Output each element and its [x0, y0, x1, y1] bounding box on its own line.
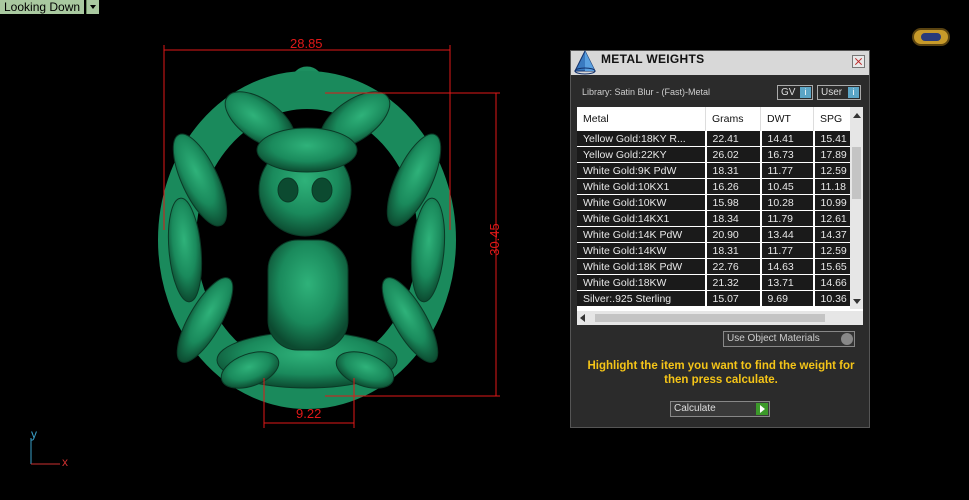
- option-icon[interactable]: [841, 333, 853, 345]
- scroll-thumb[interactable]: [595, 314, 825, 322]
- grams-cell: 18.31: [705, 162, 762, 179]
- metal-cell: White Gold:10KW: [577, 194, 707, 211]
- table-row[interactable]: White Gold:14KW 18.31 11.77 12.59: [577, 242, 862, 259]
- play-icon[interactable]: [756, 403, 768, 415]
- dwt-cell: 11.79: [760, 210, 815, 227]
- dwt-cell: 13.71: [760, 274, 815, 291]
- table-row[interactable]: White Gold:18K PdW 22.76 14.63 15.65: [577, 258, 862, 275]
- gv-toggle-label: GV: [781, 87, 796, 98]
- app-logo-icon: [912, 28, 950, 46]
- dwt-cell: 10.28: [760, 194, 815, 211]
- metal-weights-panel: METAL WEIGHTS Library: Satin Blur - (Fas…: [570, 49, 870, 428]
- table-row[interactable]: Yellow Gold:22KY 26.02 16.73 17.89: [577, 146, 862, 163]
- dimension-base: 9.22: [296, 406, 322, 421]
- grams-cell: 22.76: [705, 258, 762, 275]
- grams-cell: 15.07: [705, 290, 762, 307]
- metal-cell: White Gold:18KW: [577, 274, 707, 291]
- dimension-height: 30.45: [486, 223, 502, 256]
- metal-cell: White Gold:14K PdW: [577, 226, 707, 243]
- metal-cell: Yellow Gold:22KY: [577, 146, 707, 163]
- dwt-cell: 13.44: [760, 226, 815, 243]
- metal-cell: White Gold:14KX1: [577, 210, 707, 227]
- table-row[interactable]: White Gold:9K PdW 18.31 11.77 12.59: [577, 162, 862, 179]
- info-icon: i: [800, 87, 811, 98]
- scroll-up-icon[interactable]: [853, 113, 861, 118]
- table-header-row: Metal Grams DWT SPG: [577, 107, 861, 131]
- scroll-thumb[interactable]: [852, 147, 861, 199]
- axis-y-label: y: [31, 427, 37, 441]
- material-field-label: Use Object Materials: [727, 333, 820, 344]
- metal-cell: White Gold:9K PdW: [577, 162, 707, 179]
- table-row[interactable]: White Gold:10KW 15.98 10.28 10.99: [577, 194, 862, 211]
- pyramid-icon: [574, 49, 596, 75]
- dwt-cell: 14.41: [760, 131, 815, 147]
- grams-cell: 20.90: [705, 226, 762, 243]
- scroll-left-icon[interactable]: [580, 314, 585, 322]
- user-toggle-label: User: [821, 87, 843, 98]
- gv-toggle[interactable]: GV i: [777, 85, 813, 100]
- use-object-materials-field[interactable]: Use Object Materials: [723, 331, 855, 347]
- dwt-cell: 10.45: [760, 178, 815, 195]
- column-header-grams[interactable]: Grams: [705, 107, 761, 131]
- scroll-down-icon[interactable]: [853, 299, 861, 304]
- grams-cell: 21.32: [705, 274, 762, 291]
- metal-weights-table: Metal Grams DWT SPG Yellow Gold:18KY R..…: [577, 107, 863, 325]
- column-header-metal[interactable]: Metal: [577, 107, 706, 131]
- axis-triad: [30, 438, 60, 465]
- column-header-dwt[interactable]: DWT: [760, 107, 814, 131]
- close-icon[interactable]: [852, 55, 865, 68]
- table-row[interactable]: Silver:.925 Sterling 15.07 9.69 10.36: [577, 290, 862, 307]
- dwt-cell: 16.73: [760, 146, 815, 163]
- panel-titlebar[interactable]: METAL WEIGHTS: [571, 49, 869, 75]
- dwt-cell: 11.77: [760, 242, 815, 259]
- table-row[interactable]: White Gold:14K PdW 20.90 13.44 14.37: [577, 226, 862, 243]
- grams-cell: 26.02: [705, 146, 762, 163]
- grams-cell: 22.41: [705, 131, 762, 147]
- calculate-button[interactable]: Calculate: [670, 401, 770, 417]
- metal-cell: White Gold:14KW: [577, 242, 707, 259]
- dwt-cell: 11.77: [760, 162, 815, 179]
- metal-cell: White Gold:10KX1: [577, 178, 707, 195]
- instruction-text: Highlight the item you want to find the …: [587, 360, 855, 386]
- dwt-cell: 9.69: [760, 290, 815, 307]
- table-row[interactable]: Yellow Gold:18KY R... 22.41 14.41 15.41: [577, 131, 862, 147]
- grams-cell: 15.98: [705, 194, 762, 211]
- dwt-cell: 14.63: [760, 258, 815, 275]
- table-row[interactable]: White Gold:18KW 21.32 13.71 14.66: [577, 274, 862, 291]
- axis-x-label: x: [62, 455, 68, 469]
- table-row[interactable]: White Gold:10KX1 16.26 10.45 11.18: [577, 178, 862, 195]
- user-toggle[interactable]: User i: [817, 85, 861, 100]
- table-row[interactable]: White Gold:14KX1 18.34 11.79 12.61: [577, 210, 862, 227]
- grams-cell: 18.31: [705, 242, 762, 259]
- horizontal-scrollbar[interactable]: [577, 311, 863, 325]
- metal-cell: Silver:.925 Sterling: [577, 290, 707, 307]
- metal-cell: White Gold:18K PdW: [577, 258, 707, 275]
- grams-cell: 18.34: [705, 210, 762, 227]
- pendant-model: [158, 66, 456, 409]
- dimension-width: 28.85: [290, 36, 323, 51]
- info-icon: i: [848, 87, 859, 98]
- panel-title: METAL WEIGHTS: [601, 52, 705, 66]
- grams-cell: 16.26: [705, 178, 762, 195]
- library-label: Library: Satin Blur - (Fast)-Metal: [582, 87, 711, 97]
- metal-cell: Yellow Gold:18KY R...: [577, 131, 707, 147]
- calculate-label: Calculate: [674, 403, 716, 414]
- vertical-scrollbar[interactable]: [850, 107, 863, 309]
